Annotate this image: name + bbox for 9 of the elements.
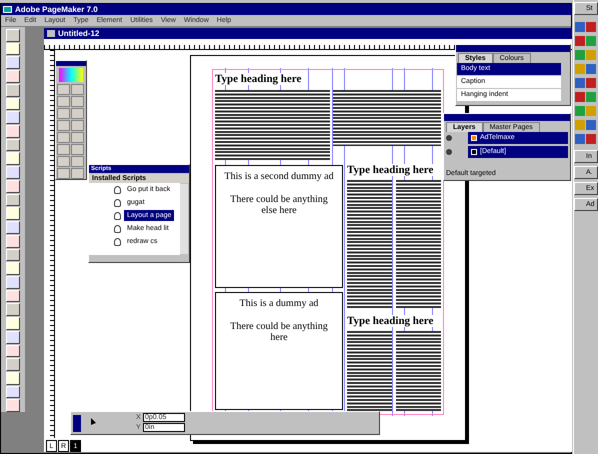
heading-text: Type heading here [347, 164, 434, 176]
heading-text: Type heading here [215, 73, 302, 85]
ad-title: This is a dummy ad [238, 298, 320, 309]
document-title: Untitled-12 [44, 28, 572, 39]
window-title: Adobe PageMaker 7.0 [1, 4, 571, 15]
ad-text: There could be anything else here [229, 194, 329, 216]
heading-text: Type heading here [347, 315, 434, 327]
ad-title: This is a second dummy ad [223, 171, 335, 182]
ad-text: There could be anything here [229, 321, 329, 343]
